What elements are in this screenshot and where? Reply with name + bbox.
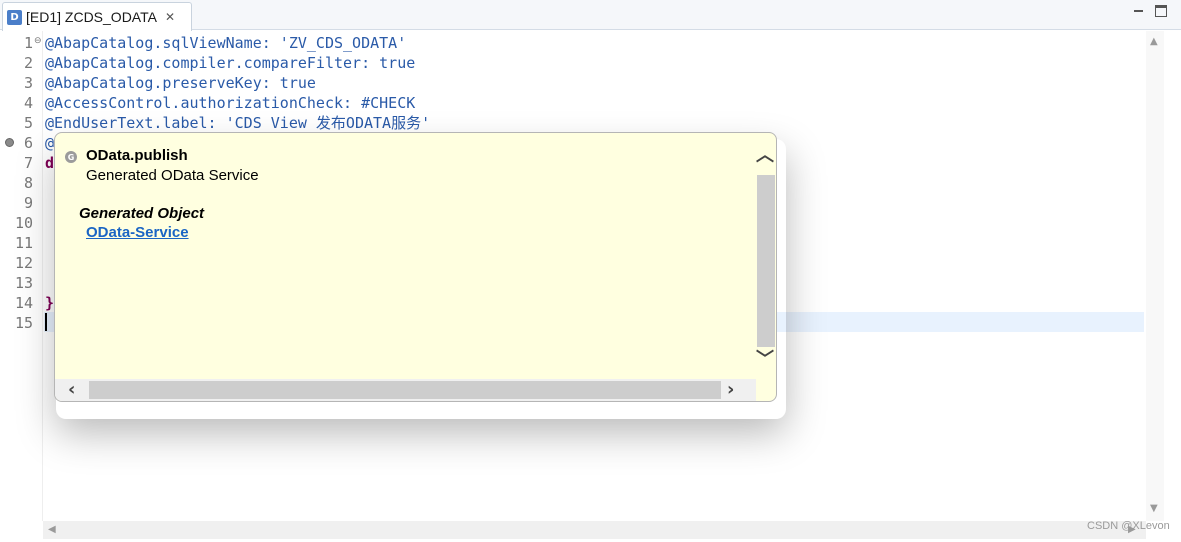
- chevron-right-icon[interactable]: ›: [727, 381, 734, 399]
- line-number: 8: [23, 174, 33, 192]
- code-line[interactable]: @AbapCatalog.preserveKey: true: [45, 73, 316, 93]
- line-number: 9: [23, 194, 33, 212]
- odata-service-link[interactable]: OData-Service: [86, 224, 189, 241]
- popup-description: Generated OData Service: [86, 167, 259, 184]
- watermark: CSDN @XLevon: [1087, 520, 1170, 532]
- minimize-icon[interactable]: [1133, 5, 1145, 17]
- code-line[interactable]: d: [45, 153, 54, 173]
- code-line[interactable]: @AbapCatalog.sqlViewName: 'ZV_CDS_ODATA': [45, 33, 406, 53]
- code-line[interactable]: @: [45, 133, 54, 153]
- popup-title: OData.publish: [86, 147, 188, 164]
- line-number: 7: [23, 154, 33, 172]
- annotation-element-icon: G: [65, 151, 77, 163]
- editor-horizontal-scrollbar[interactable]: ◀ ▶: [43, 521, 1146, 539]
- popup-vertical-scroll-thumb[interactable]: [757, 175, 775, 347]
- popup-section-heading: Generated Object: [79, 205, 205, 222]
- chevron-down-icon[interactable]: ﹀: [756, 351, 774, 369]
- code-line[interactable]: @AbapCatalog.compiler.compareFilter: tru…: [45, 53, 415, 73]
- popup-horizontal-scroll-thumb[interactable]: [89, 381, 721, 399]
- scroll-down-arrow-icon[interactable]: ▼: [1150, 503, 1158, 514]
- line-number: 4: [23, 94, 33, 112]
- editor-vertical-scrollbar[interactable]: ▲ ▼: [1146, 31, 1164, 521]
- scroll-left-arrow-icon[interactable]: ◀: [48, 524, 56, 535]
- code-line[interactable]: @AccessControl.authorizationCheck: #CHEC…: [45, 93, 415, 113]
- maximize-icon[interactable]: [1155, 5, 1167, 17]
- line-number: 6: [23, 134, 33, 152]
- fold-collapse-icon[interactable]: ⊖: [34, 36, 42, 46]
- line-number: 3: [23, 74, 33, 92]
- text-cursor: [45, 313, 47, 331]
- line-number: 12: [14, 254, 33, 272]
- line-number: 10: [14, 214, 33, 232]
- popup-horizontal-scrollbar[interactable]: ‹ ›: [55, 379, 756, 401]
- annotation-hover-popup: G OData.publish Generated OData Service …: [54, 132, 777, 402]
- line-number: 2: [23, 54, 33, 72]
- chevron-left-icon[interactable]: ‹: [68, 381, 75, 399]
- cds-ddl-icon: D: [7, 9, 22, 25]
- line-number: 5: [23, 114, 33, 132]
- code-line[interactable]: }: [45, 293, 54, 313]
- scroll-up-arrow-icon[interactable]: ▲: [1150, 36, 1158, 47]
- line-number: 15: [14, 314, 33, 332]
- line-number: 14: [14, 294, 33, 312]
- line-number: 13: [14, 274, 33, 292]
- editor-tab-zcds-odata[interactable]: D [ED1] ZCDS_ODATA ✕: [2, 2, 192, 31]
- code-line[interactable]: @EndUserText.label: 'CDS View 发布ODATA服务': [45, 113, 430, 133]
- chevron-up-icon[interactable]: ︿: [756, 147, 774, 165]
- line-number: 1: [23, 34, 33, 52]
- close-icon[interactable]: ✕: [165, 10, 175, 24]
- line-number: 11: [14, 234, 33, 252]
- popup-vertical-scrollbar[interactable]: ︿ ﹀: [756, 141, 776, 381]
- tab-title: [ED1] ZCDS_ODATA: [26, 9, 157, 25]
- editor-tab-bar: D [ED1] ZCDS_ODATA ✕: [0, 0, 1181, 31]
